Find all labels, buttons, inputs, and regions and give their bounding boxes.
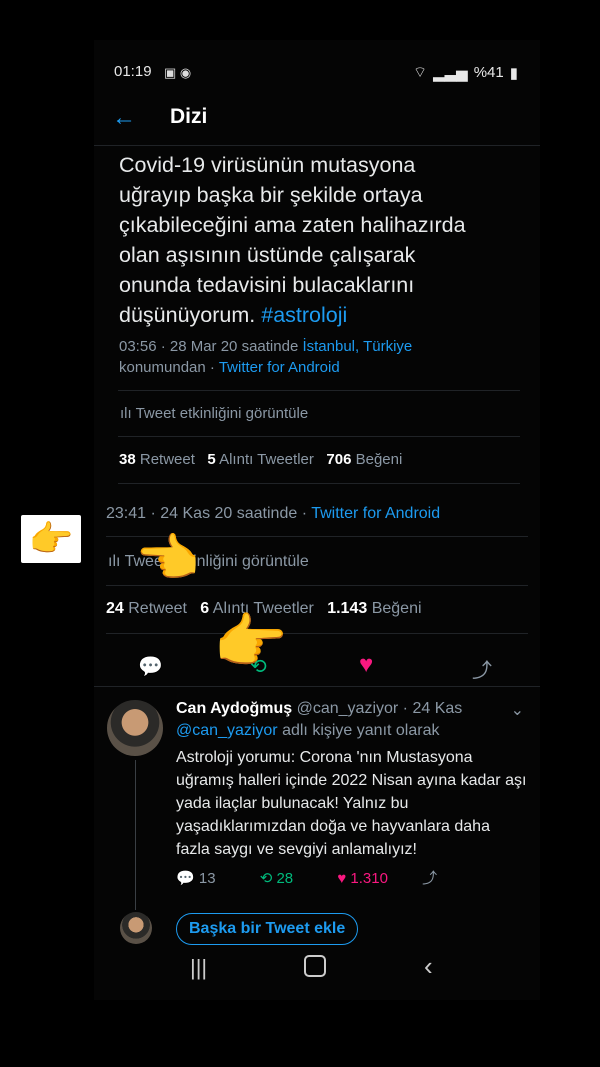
thread-line (135, 760, 136, 910)
status-icons-left: ▣ ◉ (164, 65, 192, 80)
avatar[interactable] (120, 912, 152, 944)
signal-icon: ▂▃▅ (433, 64, 468, 82)
status-icons-right: ⌔ ▂▃▅ %41 ▮ (413, 63, 518, 82)
back-icon[interactable]: ‹ (424, 951, 433, 982)
location-link[interactable]: İstanbul, Türkiye (302, 338, 412, 355)
comment-icon[interactable]: 💬 (176, 870, 195, 887)
wifi-icon: ⌔ (412, 64, 428, 81)
tweet-text: Covid-19 virüsünün mutasyona uğrayıp baş… (119, 153, 466, 327)
recent-apps-icon[interactable]: ||| (190, 955, 207, 981)
reply-tweet: Can Aydoğmuş @can_yaziyor · 24 Kas @can_… (176, 700, 528, 861)
quote-meta: 23:41 · 24 Kas 20 saatinde · Twitter for… (106, 505, 441, 522)
chevron-down-icon[interactable]: ⌄ (511, 700, 524, 720)
tweet-activity-link[interactable]: ılı Tweet etkinliğini görüntüle (120, 405, 308, 422)
tweet-stats: 38 Retweet 5 Alıntı Tweetler 706 Beğeni (119, 451, 403, 468)
retweet-icon[interactable]: ⟲ (260, 870, 273, 887)
tweet-meta: 03:56 · 28 Mar 20 saatinde İstanbul, Tür… (119, 338, 413, 376)
add-tweet-button[interactable]: Başka bir Tweet ekle (176, 913, 359, 945)
client-link-2[interactable]: Twitter for Android (311, 505, 440, 522)
pointing-hand-badge: 👉 (21, 515, 81, 563)
heart-icon[interactable]: ♥ (359, 651, 373, 679)
hashtag-link[interactable]: #astroloji (261, 303, 347, 327)
avatar[interactable] (107, 700, 163, 756)
arrow-left-icon[interactable]: ← (112, 104, 136, 132)
page-title: Dizi (170, 105, 208, 128)
reply-handle: @can_yaziyor · 24 Kas (296, 700, 463, 717)
reply-text: Astroloji yorumu: Corona 'nın Mustasyona… (176, 749, 527, 858)
pointing-hand-emoji: 👈 (135, 530, 200, 588)
chart-icon: ılı (108, 553, 121, 570)
chart-icon: ılı (120, 405, 132, 422)
client-link[interactable]: Twitter for Android (219, 359, 340, 376)
share-icon[interactable]: ⤴ (422, 870, 437, 887)
reply-mention[interactable]: @can_yaziyor (176, 722, 278, 739)
home-icon[interactable] (304, 955, 326, 977)
action-bar: 💬 ⟲ ♥ ⤴ (94, 646, 540, 686)
share-icon[interactable]: ⤴ (472, 654, 492, 683)
pointing-hand-emoji-2: 👉 (213, 608, 288, 675)
reply-name: Can Aydoğmuş (176, 700, 293, 717)
battery-label: %41 (473, 64, 504, 81)
phone-screen: 01:19 ▣ ◉ ⌔ ▂▃▅ %41 ▮ ← Dizi Covid-19 vi… (94, 40, 540, 1000)
comment-icon[interactable]: 💬 (138, 654, 163, 679)
status-time: 01:19 (114, 63, 152, 80)
heart-icon[interactable]: ♥ (337, 870, 346, 887)
nav-bar: ||| ‹ (94, 945, 540, 1000)
reply-actions: 💬 13 ⟲ 28 ♥ 1.310 ⤴ (176, 870, 438, 887)
battery-icon: ▮ (509, 64, 518, 82)
